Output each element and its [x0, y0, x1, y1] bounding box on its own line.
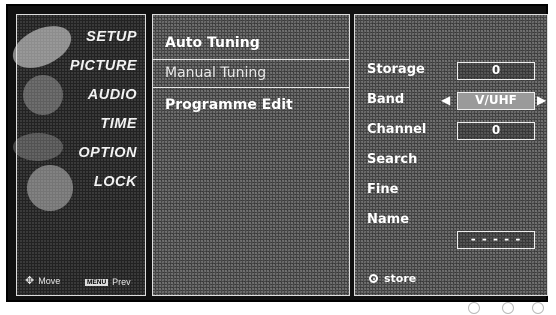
fine-label[interactable]: Fine — [367, 182, 398, 197]
move-hint: ✥ Move — [25, 274, 60, 287]
ghost-mark-2-icon — [502, 302, 514, 314]
storage-label: Storage — [367, 62, 425, 77]
main-menu-panel: SETUP PICTURE AUDIO TIME OPTION LOCK ✥ M… — [6, 14, 146, 296]
channel-value[interactable]: 0 — [457, 122, 535, 140]
selection-divider-top — [153, 59, 349, 60]
name-value[interactable]: - - - - - — [457, 231, 535, 249]
store-label: store — [384, 272, 417, 285]
menu-item-picture[interactable]: PICTURE — [70, 58, 137, 74]
prev-label: Prev — [112, 277, 131, 287]
menu-key-icon: MENU — [85, 278, 109, 286]
name-label: Name — [367, 212, 410, 227]
option-manual-tuning[interactable]: Manual Tuning — [165, 65, 266, 81]
setup-submenu-panel: Auto Tuning Manual Tuning Programme Edit — [152, 14, 350, 296]
band-left-arrow-icon[interactable]: ◀ — [441, 93, 450, 107]
option-decor-icon — [27, 165, 73, 211]
channel-label: Channel — [367, 122, 427, 137]
menu-item-lock[interactable]: LOCK — [94, 174, 137, 190]
band-value[interactable]: V/UHF — [457, 92, 535, 110]
menu-item-option[interactable]: OPTION — [78, 145, 137, 161]
storage-value[interactable]: 0 — [457, 62, 535, 80]
menu-item-audio[interactable]: AUDIO — [88, 87, 137, 103]
ghost-mark-1-icon — [468, 302, 480, 314]
prev-hint: MENU Prev — [85, 277, 131, 287]
selection-divider-bottom — [153, 87, 349, 88]
manual-tuning-panel: Storage 0 Band ◀ V/UHF ▶ Channel 0 Searc… — [354, 14, 548, 296]
tv-osd-screen: SETUP PICTURE AUDIO TIME OPTION LOCK ✥ M… — [6, 4, 548, 302]
move-cross-icon: ✥ — [25, 275, 35, 287]
search-label[interactable]: Search — [367, 152, 417, 167]
audio-decor-icon — [13, 133, 63, 161]
ok-button-icon — [369, 274, 378, 283]
menu-item-setup[interactable]: SETUP — [86, 29, 137, 45]
menu-item-time[interactable]: TIME — [100, 116, 137, 132]
option-auto-tuning[interactable]: Auto Tuning — [165, 35, 260, 51]
band-right-arrow-icon[interactable]: ▶ — [537, 93, 546, 107]
move-label: Move — [38, 275, 61, 286]
band-label: Band — [367, 92, 405, 107]
ghost-mark-3-icon — [532, 302, 544, 314]
picture-decor-icon — [23, 75, 63, 115]
option-programme-edit[interactable]: Programme Edit — [165, 97, 293, 113]
store-hint[interactable]: store — [369, 272, 416, 285]
